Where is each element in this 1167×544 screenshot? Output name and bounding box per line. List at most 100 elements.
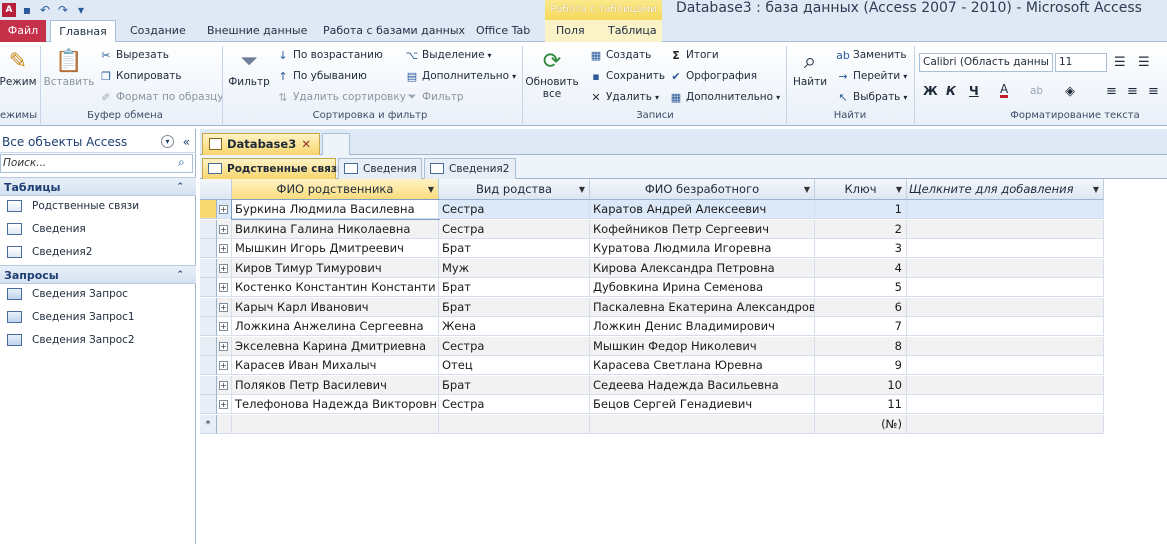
save-icon[interactable]: ▪ (20, 3, 34, 17)
table-cell[interactable]: 3 (815, 239, 907, 258)
expand-plus-icon[interactable]: + (219, 303, 228, 312)
expand-plus-icon[interactable]: + (219, 205, 228, 214)
table-cell[interactable]: 10 (815, 376, 907, 395)
row-selector[interactable] (200, 259, 217, 278)
table-cell[interactable] (907, 376, 1104, 395)
new-record-selector[interactable]: * (200, 415, 217, 434)
table-cell[interactable] (907, 278, 1104, 297)
goto-button[interactable]: → Перейти ▾ (836, 67, 907, 85)
table-cell[interactable]: Мышкин Игорь Дмитреевич (232, 239, 439, 258)
access-logo-icon[interactable]: A (2, 3, 16, 17)
search-icon[interactable]: ⌕ (178, 155, 185, 170)
table-cell[interactable]: Сестра (439, 200, 590, 219)
expand-plus-icon[interactable]: + (219, 283, 228, 292)
tab-table[interactable]: Таблица (608, 20, 657, 42)
spelling-button[interactable]: ✔ Орфография (669, 67, 757, 85)
selection-button[interactable]: ⌥ Выделение ▾ (405, 46, 492, 64)
table-cell[interactable] (907, 337, 1104, 356)
highlight-icon[interactable]: ab (1030, 82, 1043, 100)
table-cell[interactable]: Ложкина Анжелина Сергеевна (232, 317, 439, 336)
font-name-select[interactable]: Calibri (Область данны (919, 53, 1053, 72)
copy-button[interactable]: ❐ Копировать (99, 67, 182, 85)
tab-database-tools[interactable]: Работа с базами данных (323, 20, 465, 42)
column-header-key[interactable]: Ключ ▼ (815, 179, 907, 200)
table-cell[interactable] (907, 259, 1104, 278)
select-all-corner[interactable] (200, 179, 232, 200)
nav-search-input[interactable]: Поиск... (0, 154, 193, 173)
table-cell[interactable]: 8 (815, 337, 907, 356)
tab-external-data[interactable]: Внешние данные (207, 20, 307, 42)
table-cell[interactable]: Каратов Андрей Алексеевич (590, 200, 815, 219)
advanced-filter-button[interactable]: ▤ Дополнительно ▾ (405, 67, 516, 85)
close-icon[interactable]: ✕ (301, 134, 311, 154)
save-record-button[interactable]: ▪ Сохранить (589, 67, 665, 85)
tab-create[interactable]: Создание (130, 20, 186, 42)
table-cell[interactable]: Карыч Карл Иванович (232, 298, 439, 317)
table-cell[interactable]: Сестра (439, 337, 590, 356)
table-cell[interactable]: Седеева Надежда Васильевна (590, 376, 815, 395)
row-selector[interactable] (200, 376, 217, 395)
nav-item-query[interactable]: Сведения Запрос1 (0, 306, 196, 328)
table-cell[interactable] (907, 298, 1104, 317)
customize-qat-icon[interactable]: ▾ (74, 3, 88, 17)
format-painter-button[interactable]: ✐ Формат по образцу (99, 88, 223, 106)
remove-sort-button[interactable]: ⇅ Удалить сортировку (276, 88, 406, 106)
table-cell[interactable]: Костенко Константин Константи (232, 278, 439, 297)
nav-item-table[interactable]: Сведения (0, 218, 196, 240)
new-record-button[interactable]: ▦ Создать (589, 46, 652, 64)
column-header-relative-name[interactable]: ФИО родственника ▼ (232, 179, 439, 200)
expand-plus-icon[interactable]: + (219, 361, 228, 370)
row-selector[interactable] (200, 317, 217, 336)
table-cell[interactable]: 9 (815, 356, 907, 375)
table-cell[interactable]: Сестра (439, 220, 590, 239)
row-selector[interactable] (200, 395, 217, 414)
table-cell[interactable]: Сестра (439, 395, 590, 414)
more-records-button[interactable]: ▦ Дополнительно ▾ (669, 88, 780, 106)
table-cell[interactable]: Кирова Александра Петровна (590, 259, 815, 278)
row-selector[interactable] (200, 200, 217, 219)
table-cell[interactable]: Киров Тимур Тимурович (232, 259, 439, 278)
document-tab-database3[interactable]: Database3 ✕ (202, 133, 320, 155)
expand-plus-icon[interactable]: + (219, 322, 228, 331)
row-selector[interactable] (200, 337, 217, 356)
object-tab-relations[interactable]: Родственные связи (202, 158, 344, 179)
collapse-pane-icon[interactable]: « (183, 131, 190, 153)
nav-pane-header[interactable]: Все объекты Access ▾ « (0, 131, 196, 153)
column-header-relation-type[interactable]: Вид родства ▼ (439, 179, 590, 200)
tab-file[interactable]: Файл (0, 20, 46, 42)
table-cell[interactable]: Экселевна Карина Дмитриевна (232, 337, 439, 356)
select-button[interactable]: ↖ Выбрать ▾ (836, 88, 907, 106)
row-selector[interactable] (200, 298, 217, 317)
expand-plus-icon[interactable]: + (219, 264, 228, 273)
view-button[interactable]: ✎ Режим (0, 46, 37, 89)
cut-button[interactable]: ✂ Вырезать (99, 46, 169, 64)
table-cell[interactable] (907, 220, 1104, 239)
delete-record-button[interactable]: ✕ Удалить ▾ (589, 88, 659, 106)
table-cell[interactable]: Бецов Сергей Генадиевич (590, 395, 815, 414)
table-cell[interactable]: Куратова Людмила Игоревна (590, 239, 815, 258)
sort-ascending-button[interactable]: ↓ По возрастанию (276, 46, 382, 64)
table-cell[interactable]: 6 (815, 298, 907, 317)
new-record-cell[interactable]: (№) (815, 415, 907, 434)
table-cell[interactable]: Телефонова Надежда Викторовн (232, 395, 439, 414)
table-cell[interactable]: Дубовкина Ирина Семенова (590, 278, 815, 297)
table-cell[interactable] (907, 317, 1104, 336)
replace-button[interactable]: ab Заменить (836, 46, 906, 64)
table-cell[interactable]: 11 (815, 395, 907, 414)
table-cell[interactable]: Брат (439, 298, 590, 317)
table-cell[interactable]: Вилкина Галина Николаевна (232, 220, 439, 239)
sort-descending-button[interactable]: ↑ По убыванию (276, 67, 366, 85)
nav-section-tables[interactable]: Таблицы ⌃ (0, 177, 196, 196)
table-cell[interactable]: Жена (439, 317, 590, 336)
chevron-down-icon[interactable]: ▼ (428, 179, 434, 199)
nav-item-table[interactable]: Родственные связи (0, 195, 196, 217)
table-cell[interactable]: Брат (439, 376, 590, 395)
chevron-down-icon[interactable]: ▼ (804, 179, 810, 199)
bold-button[interactable]: Ж (923, 82, 938, 100)
filter-button[interactable]: ⏷ Фильтр (228, 46, 270, 89)
nav-item-table[interactable]: Сведения2 (0, 241, 196, 263)
table-cell[interactable]: Кофейников Петр Сергеевич (590, 220, 815, 239)
row-selector[interactable] (200, 356, 217, 375)
font-size-select[interactable]: 11 (1055, 53, 1107, 72)
table-cell[interactable]: 5 (815, 278, 907, 297)
